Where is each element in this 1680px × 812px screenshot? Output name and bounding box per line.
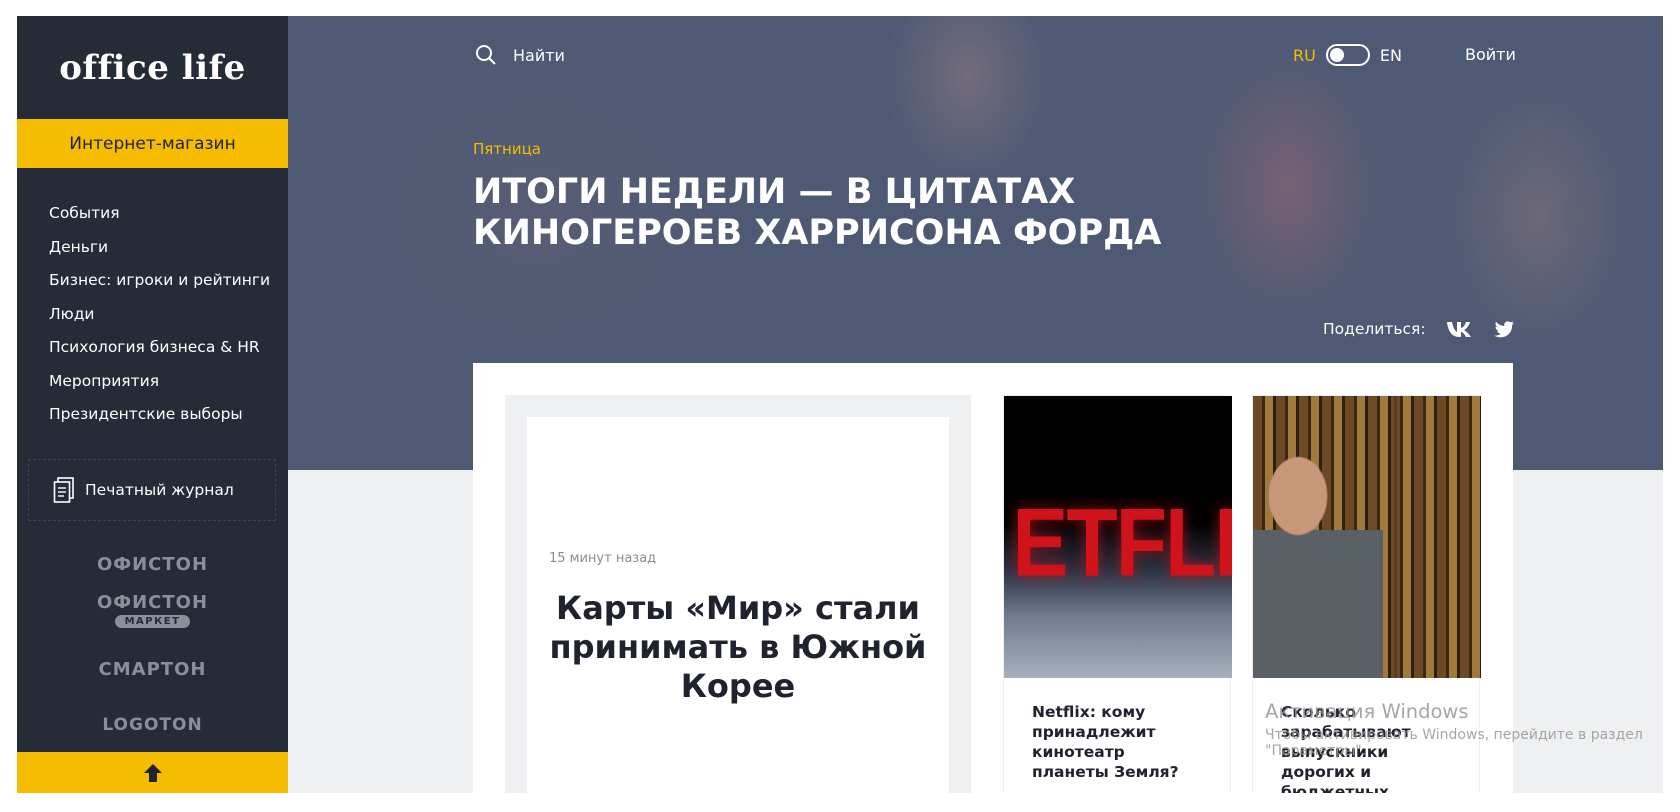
news-card-title[interactable]: Сколько зарабатывают выпускники дорогих … [1253,678,1479,793]
print-magazine-link[interactable]: Печатный журнал [28,459,276,521]
article-headline[interactable]: Итоги недели — в цитатах киногероев Харр… [473,172,1273,254]
search-button[interactable]: Найти [475,44,565,66]
sidebar-item-events-calendar[interactable]: Мероприятия [49,371,270,405]
site-logo[interactable]: office life [17,16,288,119]
news-card-image[interactable] [1253,396,1481,678]
share-label: Поделиться: [1323,320,1426,338]
partner-logo-ofiston[interactable]: ОФИСТОН [17,546,288,582]
sidebar-item-money[interactable]: Деньги [49,237,270,271]
toggle-knob [1329,48,1344,62]
featured-news-card[interactable]: 15 минут назад Карты «Мир» стали принима… [505,395,971,793]
login-link[interactable]: Войти [1465,45,1516,64]
arrow-up-icon [143,763,162,782]
sidebar-item-business[interactable]: Бизнес: игроки и рейтинги [49,270,270,304]
partner-logos: ОФИСТОН ОФИСТОН МАРКЕТ СМАРТОН LOGOTON [17,546,288,750]
lang-en[interactable]: EN [1380,46,1402,65]
news-time: 15 минут назад [549,551,657,566]
sidebar-nav: События Деньги Бизнес: игроки и рейтинги… [49,203,270,438]
partner-logo-smarton[interactable]: СМАРТОН [17,638,288,700]
news-cards: 15 минут назад Карты «Мир» стали принима… [473,363,1513,793]
vk-icon[interactable] [1446,320,1474,338]
lang-ru[interactable]: RU [1293,46,1316,65]
news-card-salaries[interactable]: Сколько зарабатывают выпускники дорогих … [1252,395,1481,793]
partner-logo-ofiston-market[interactable]: ОФИСТОН МАРКЕТ [17,582,288,638]
magazine-icon [53,477,74,503]
news-card-title[interactable]: Netflix: кому принадлежит кинотеатр план… [1004,678,1230,782]
featured-news-title[interactable]: Карты «Мир» стали принимать в Южной Коре… [547,589,929,706]
sidebar-item-psychology[interactable]: Психология бизнеса & HR [49,337,270,371]
search-label: Найти [513,45,565,65]
partner-name: ОФИСТОН [96,592,209,613]
article-category[interactable]: Пятница [473,140,541,158]
partner-name: ОФИСТОН [96,553,209,575]
twitter-icon[interactable] [1493,320,1514,338]
page-frame: office life Интернет-магазин События Ден… [17,16,1663,793]
print-magazine-label: Печатный журнал [85,481,234,499]
sidebar-item-people[interactable]: Люди [49,304,270,338]
shop-button[interactable]: Интернет-магазин [17,119,288,168]
news-card-image[interactable]: ETFLI [1004,396,1232,678]
news-card-netflix[interactable]: ETFLI Netflix: кому принадлежит кинотеат… [1003,395,1232,793]
image-person [1253,426,1383,678]
featured-news-body[interactable]: 15 минут назад Карты «Мир» стали принима… [527,417,949,793]
partner-name: СМАРТОН [98,658,207,680]
sidebar-item-events[interactable]: События [49,203,270,237]
netflix-logo-text: ETFLI [1012,487,1232,596]
scroll-up-button[interactable] [17,752,288,793]
sidebar-item-elections[interactable]: Президентские выборы [49,404,270,438]
partner-subname: МАРКЕТ [114,615,191,628]
partner-name: LOGOTON [102,715,203,735]
search-icon [476,45,496,65]
sidebar: office life Интернет-магазин События Ден… [17,16,288,793]
language-toggle[interactable] [1325,44,1370,66]
partner-logo-logoton[interactable]: LOGOTON [17,700,288,750]
language-switch: RU EN [1293,44,1402,66]
share-bar: Поделиться: [1323,320,1534,338]
